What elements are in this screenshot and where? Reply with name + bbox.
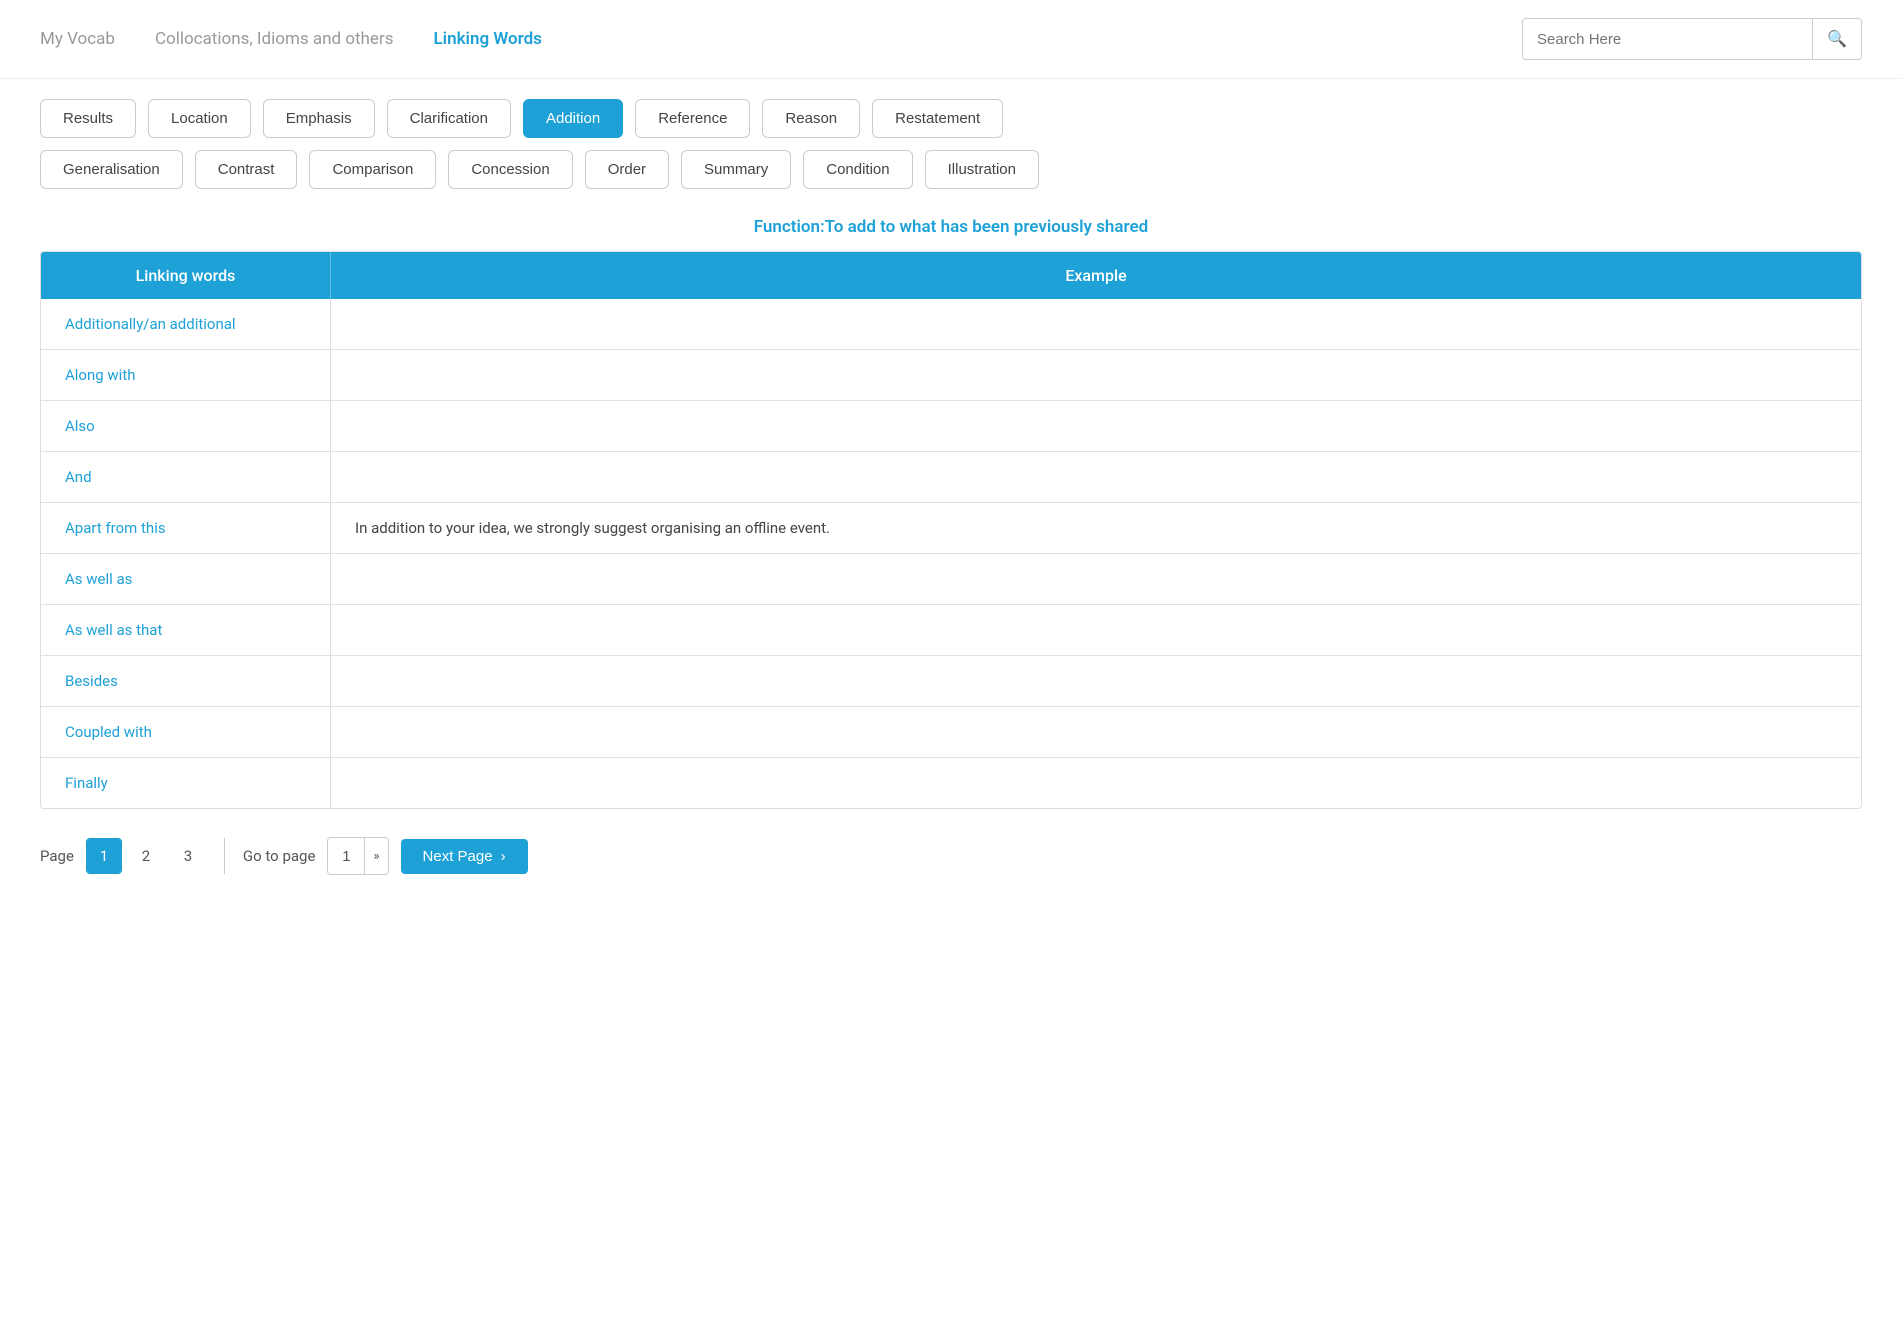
cat-btn-clarification[interactable]: Clarification — [387, 99, 511, 138]
table-header: Linking words Example — [41, 252, 1861, 299]
cat-btn-order[interactable]: Order — [585, 150, 669, 189]
next-page-button[interactable]: Next Page › — [401, 839, 528, 874]
next-page-label: Next Page — [423, 848, 493, 865]
page-numbers: 123 — [86, 838, 206, 874]
linking-word-cell-6[interactable]: As well as that — [41, 605, 331, 655]
example-cell-5 — [331, 554, 1861, 604]
categories-container: Results Location Emphasis Clarification Addi… — [0, 79, 1902, 199]
cat-btn-condition[interactable]: Condition — [803, 150, 912, 189]
category-row-1: Results Location Emphasis Clarification Addi… — [40, 99, 1862, 138]
search-input[interactable] — [1523, 21, 1812, 58]
example-cell-2 — [331, 401, 1861, 451]
cat-btn-concession[interactable]: Concession — [448, 150, 572, 189]
cat-btn-generalisation[interactable]: Generalisation — [40, 150, 183, 189]
table-row: And — [41, 452, 1861, 503]
goto-input-wrap: 1 » — [327, 837, 388, 875]
table-row: As well as that — [41, 605, 1861, 656]
example-cell-0 — [331, 299, 1861, 349]
cat-btn-reason[interactable]: Reason — [762, 99, 860, 138]
goto-input[interactable]: 1 — [328, 838, 364, 874]
linking-word-cell-9[interactable]: Finally — [41, 758, 331, 808]
nav-collocations[interactable]: Collocations, Idioms and others — [155, 29, 394, 49]
table-row: Additionally/an additional — [41, 299, 1861, 350]
cat-btn-illustration[interactable]: Illustration — [925, 150, 1039, 189]
table-body: Additionally/an additional Along with Al… — [41, 299, 1861, 808]
goto-arrows[interactable]: » — [364, 838, 387, 874]
linking-words-table: Linking words Example Additionally/an ad… — [40, 251, 1862, 809]
search-button[interactable]: 🔍 — [1812, 19, 1861, 59]
cat-btn-addition[interactable]: Addition — [523, 99, 623, 138]
search-box: 🔍 — [1522, 18, 1862, 60]
example-cell-6 — [331, 605, 1861, 655]
page-num-1[interactable]: 1 — [86, 838, 122, 874]
page-num-3[interactable]: 3 — [170, 838, 206, 874]
page-num-2[interactable]: 2 — [128, 838, 164, 874]
linking-word-cell-3[interactable]: And — [41, 452, 331, 502]
table-row: Besides — [41, 656, 1861, 707]
linking-word-cell-5[interactable]: As well as — [41, 554, 331, 604]
pagination: Page 123 Go to page 1 » Next Page › — [0, 809, 1902, 903]
linking-word-cell-2[interactable]: Also — [41, 401, 331, 451]
table-row: Also — [41, 401, 1861, 452]
linking-word-cell-8[interactable]: Coupled with — [41, 707, 331, 757]
cat-btn-results[interactable]: Results — [40, 99, 136, 138]
example-cell-9 — [331, 758, 1861, 808]
goto-label: Go to page — [243, 847, 316, 865]
nav-linking-words[interactable]: Linking Words — [433, 29, 541, 49]
table-row: Apart from this In addition to your idea… — [41, 503, 1861, 554]
table-row: As well as — [41, 554, 1861, 605]
category-row-2: Generalisation Contrast Comparison Concessi… — [40, 150, 1862, 189]
example-cell-8 — [331, 707, 1861, 757]
header: My Vocab Collocations, Idioms and others… — [0, 0, 1902, 79]
table-row: Along with — [41, 350, 1861, 401]
example-cell-7 — [331, 656, 1861, 706]
cat-btn-summary[interactable]: Summary — [681, 150, 791, 189]
cat-btn-reference[interactable]: Reference — [635, 99, 750, 138]
table-row: Coupled with — [41, 707, 1861, 758]
linking-word-cell-7[interactable]: Besides — [41, 656, 331, 706]
example-cell-3 — [331, 452, 1861, 502]
function-label: Function:To add to what has been previou… — [0, 199, 1902, 251]
cat-btn-emphasis[interactable]: Emphasis — [263, 99, 375, 138]
linking-word-cell-1[interactable]: Along with — [41, 350, 331, 400]
nav-my-vocab[interactable]: My Vocab — [40, 29, 115, 49]
next-page-icon: › — [501, 848, 506, 865]
table-row: Finally — [41, 758, 1861, 808]
example-cell-1 — [331, 350, 1861, 400]
page-divider — [224, 838, 225, 874]
page-label: Page — [40, 847, 74, 865]
linking-word-cell-4[interactable]: Apart from this — [41, 503, 331, 553]
example-cell-4: In addition to your idea, we strongly su… — [331, 503, 1861, 553]
cat-btn-location[interactable]: Location — [148, 99, 251, 138]
cat-btn-restatement[interactable]: Restatement — [872, 99, 1003, 138]
col-linking-words-header: Linking words — [41, 252, 331, 299]
col-example-header: Example — [331, 252, 1861, 299]
cat-btn-contrast[interactable]: Contrast — [195, 150, 298, 189]
linking-word-cell-0[interactable]: Additionally/an additional — [41, 299, 331, 349]
cat-btn-comparison[interactable]: Comparison — [309, 150, 436, 189]
